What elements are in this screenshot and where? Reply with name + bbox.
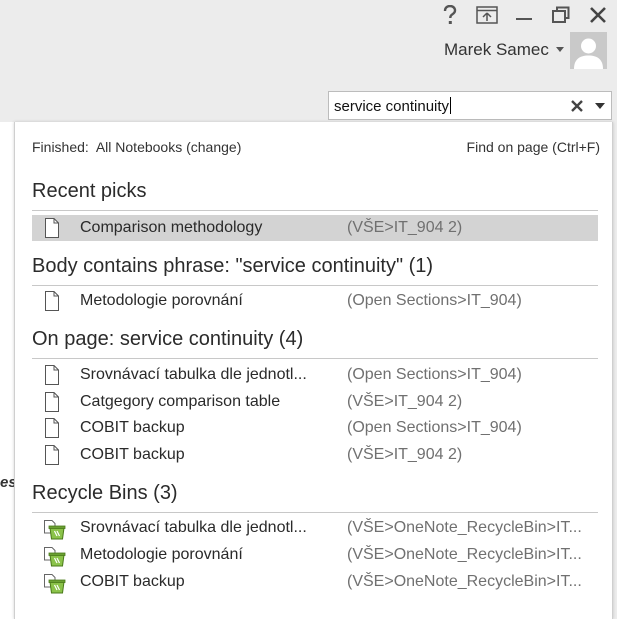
result-item[interactable]: Srovnávací tabulka dle jednotl... (VŠE>O…: [32, 515, 598, 541]
recycle-bin-icon: [43, 518, 66, 540]
result-path: (Open Sections>IT_904): [347, 366, 522, 383]
page-icon: [43, 218, 61, 238]
result-path: (VŠE>OneNote_RecycleBin>IT...: [347, 519, 582, 536]
result-item[interactable]: COBIT backup (VŠE>OneNote_RecycleBin>IT.…: [32, 569, 598, 595]
result-title: Srovnávací tabulka dle jednotl...: [80, 366, 307, 383]
section-divider: [32, 358, 598, 359]
close-icon[interactable]: [587, 4, 609, 26]
user-menu-caret-icon[interactable]: [556, 47, 564, 52]
result-title: COBIT backup: [80, 446, 185, 463]
result-title: COBIT backup: [80, 419, 185, 436]
help-icon[interactable]: [439, 4, 461, 26]
result-item[interactable]: Metodologie porovnání (Open Sections>IT_…: [32, 288, 598, 314]
result-path: (Open Sections>IT_904): [347, 292, 522, 309]
result-path: (VŠE>IT_904 2): [347, 446, 463, 463]
change-scope-link[interactable]: (change): [186, 139, 241, 155]
user-avatar-icon[interactable]: [570, 32, 607, 69]
search-input-value[interactable]: service continuity: [334, 97, 452, 115]
result-path: (Open Sections>IT_904): [347, 419, 522, 436]
result-title: Catgegory comparison table: [80, 393, 281, 410]
result-path: (VŠE>OneNote_RecycleBin>IT...: [347, 546, 582, 563]
result-item[interactable]: Metodologie porovnání (VŠE>OneNote_Recyc…: [32, 542, 598, 568]
section-heading-body-contains: Body contains phrase: "service continuit…: [32, 255, 434, 277]
recycle-bin-icon: [43, 572, 66, 594]
user-name[interactable]: Marek Samec: [444, 40, 549, 60]
restore-icon[interactable]: [550, 4, 572, 26]
minimize-icon[interactable]: [513, 4, 535, 26]
result-path: (VŠE>IT_904 2): [347, 219, 463, 236]
section-divider: [32, 210, 598, 211]
result-title: Metodologie porovnání: [80, 546, 243, 563]
result-title: Comparison methodology: [80, 219, 263, 236]
page-icon: [43, 365, 61, 385]
status-label: Finished:: [32, 139, 89, 155]
page-icon: [43, 392, 61, 412]
page-icon: [43, 291, 61, 311]
page-icon: [43, 418, 61, 438]
recycle-bin-icon: [43, 545, 66, 567]
search-input[interactable]: service continuity: [328, 91, 612, 120]
section-heading-on-page: On page: service continuity (4): [32, 328, 304, 350]
section-heading-recycle-bins: Recycle Bins (3): [32, 482, 178, 504]
search-status: Finished: All Notebooks (change): [32, 139, 241, 155]
search-results-panel: Finished: All Notebooks (change) Find on…: [14, 122, 613, 619]
chevron-down-icon[interactable]: [595, 103, 605, 109]
result-item[interactable]: Catgegory comparison table (VŠE>IT_904 2…: [32, 389, 598, 415]
result-path: (VŠE>OneNote_RecycleBin>IT...: [347, 573, 582, 590]
result-item[interactable]: COBIT backup (VŠE>IT_904 2): [32, 442, 598, 468]
result-item[interactable]: Srovnávací tabulka dle jednotl... (Open …: [32, 362, 598, 388]
result-title: COBIT backup: [80, 573, 185, 590]
page-icon: [43, 445, 61, 465]
section-divider: [32, 285, 598, 286]
title-bar: Marek Samec service continuity: [0, 0, 617, 120]
section-heading-recent-picks: Recent picks: [32, 180, 147, 202]
page-content-edge: es: [0, 122, 17, 619]
section-divider: [32, 512, 598, 513]
result-title: Srovnávací tabulka dle jednotl...: [80, 519, 307, 536]
result-item[interactable]: COBIT backup (Open Sections>IT_904): [32, 415, 598, 441]
full-page-icon[interactable]: [476, 4, 498, 26]
result-title: Metodologie porovnání: [80, 292, 243, 309]
search-scope: All Notebooks: [95, 139, 183, 155]
clear-x-icon[interactable]: [569, 98, 585, 114]
result-path: (VŠE>IT_904 2): [347, 393, 463, 410]
find-on-page-link[interactable]: Find on page (Ctrl+F): [467, 139, 600, 155]
result-item[interactable]: Comparison methodology (VŠE>IT_904 2): [32, 215, 598, 241]
